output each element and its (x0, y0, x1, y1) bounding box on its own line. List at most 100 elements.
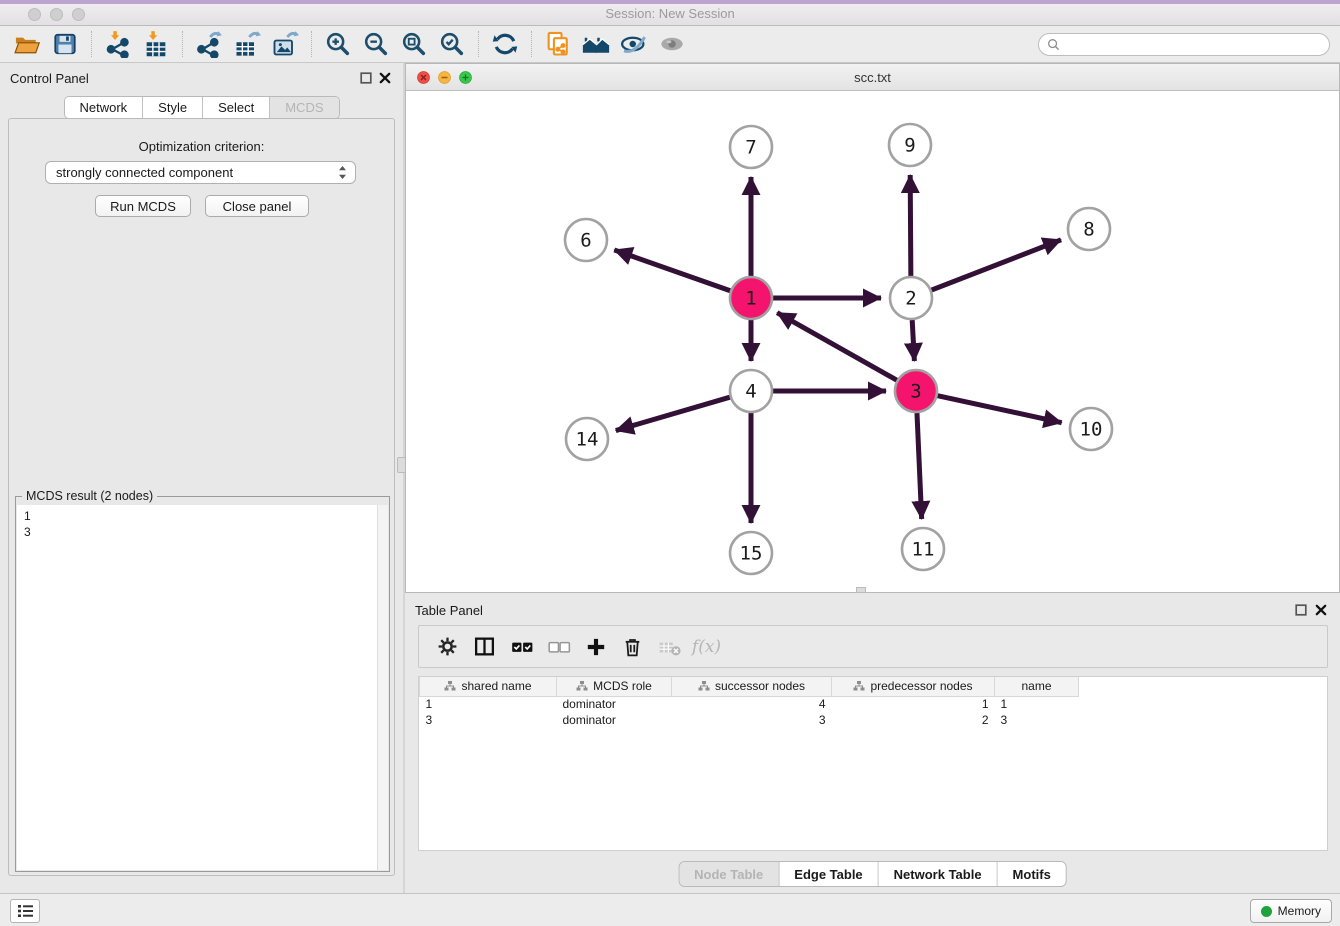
edge-3-10[interactable] (937, 396, 1061, 423)
export-network-icon[interactable] (190, 28, 228, 60)
node-14[interactable]: 14 (566, 418, 608, 460)
node-label: 9 (904, 135, 915, 157)
edge-4-14[interactable] (616, 397, 730, 430)
close-panel-icon[interactable] (379, 72, 391, 84)
table-cell: 4 (672, 696, 832, 712)
table-cell: 3 (672, 712, 832, 728)
table-tab-node-table[interactable]: Node Table (679, 862, 779, 886)
task-history-button[interactable] (10, 899, 40, 923)
edge-2-3[interactable] (912, 320, 914, 361)
node-1[interactable]: 1 (730, 277, 772, 319)
titlebar: Session: New Session (0, 0, 1340, 26)
edge-2-8[interactable] (932, 240, 1062, 290)
mcds-result-area[interactable]: 1 3 (17, 505, 377, 870)
node-6[interactable]: 6 (565, 219, 607, 261)
apply-layout-icon[interactable] (486, 28, 524, 60)
delete-table-icon[interactable] (651, 632, 688, 662)
column-header-successor-nodes[interactable]: successor nodes (672, 677, 832, 696)
search-icon (1047, 38, 1060, 51)
search-field[interactable] (1038, 33, 1330, 56)
optimization-criterion-select[interactable]: strongly connected component (45, 161, 356, 184)
table-row[interactable]: 3dominator323 (420, 712, 1079, 728)
tab-mcds[interactable]: MCDS (270, 97, 338, 118)
import-network-icon[interactable] (99, 28, 137, 60)
node-label: 15 (740, 543, 763, 565)
column-label: predecessor nodes (870, 679, 972, 693)
node-3[interactable]: 3 (895, 370, 937, 412)
deselect-all-icon[interactable] (540, 632, 577, 662)
column-label: MCDS role (593, 679, 652, 693)
select-all-icon[interactable] (503, 632, 540, 662)
scrollbar-track[interactable] (377, 505, 388, 870)
node-9[interactable]: 9 (889, 124, 931, 166)
node-15[interactable]: 15 (730, 532, 772, 574)
tab-select[interactable]: Select (203, 97, 270, 118)
table-row[interactable]: 1dominator411 (420, 696, 1079, 712)
memory-button[interactable]: Memory (1250, 899, 1332, 923)
edge-3-1[interactable] (777, 313, 897, 380)
run-mcds-button[interactable]: Run MCDS (95, 195, 191, 217)
column-header-MCDS-role[interactable]: MCDS role (557, 677, 672, 696)
fx-label: f(x) (692, 637, 721, 657)
column-label: successor nodes (715, 679, 805, 693)
node-11[interactable]: 11 (902, 528, 944, 570)
node-table-grid: shared name MCDS role successor nodes prede… (419, 677, 1079, 728)
tab-style[interactable]: Style (143, 97, 203, 118)
zoom-fit-icon[interactable] (395, 28, 433, 60)
column-header-predecessor-nodes[interactable]: predecessor nodes (832, 677, 995, 696)
close-panel-button[interactable]: Close panel (205, 195, 309, 217)
control-panel-header: Control Panel (0, 63, 403, 93)
search-input[interactable] (1065, 37, 1321, 53)
edge-2-9[interactable] (910, 175, 911, 276)
network-graph[interactable]: 7 9 6 8 1 2 4 3 14 10 15 11 (406, 91, 1339, 592)
zoom-selected-icon[interactable] (433, 28, 471, 60)
table-tab-motifs[interactable]: Motifs (998, 862, 1066, 886)
node-4[interactable]: 4 (730, 370, 772, 412)
show-column-icon[interactable] (466, 632, 503, 662)
birds-eye-view-icon[interactable] (653, 28, 691, 60)
tab-network[interactable]: Network (64, 97, 143, 118)
table-cell: dominator (557, 696, 672, 712)
delete-column-icon[interactable] (614, 632, 651, 662)
control-panel-tabs: NetworkStyleSelectMCDS (63, 96, 339, 119)
toolbar-separator (91, 31, 92, 57)
node-7[interactable]: 7 (730, 126, 772, 168)
column-label: name (1021, 679, 1051, 693)
save-session-icon[interactable] (46, 28, 84, 60)
close-panel-icon[interactable] (1315, 604, 1327, 616)
table-panel-header: Table Panel (405, 595, 1340, 625)
table-tab-network-table[interactable]: Network Table (879, 862, 998, 886)
status-bar: Memory (0, 893, 1340, 926)
import-table-icon[interactable] (137, 28, 175, 60)
node-2[interactable]: 2 (890, 277, 932, 319)
hide-graphics-details-icon[interactable] (615, 28, 653, 60)
export-image-icon[interactable] (266, 28, 304, 60)
add-column-icon[interactable] (577, 632, 614, 662)
window-title: Session: New Session (0, 6, 1340, 21)
background-window-edge (0, 0, 1340, 4)
float-panel-icon[interactable] (360, 72, 372, 84)
show-graphics-details-icon[interactable] (577, 28, 615, 60)
edge-3-11[interactable] (917, 413, 922, 519)
zoom-out-icon[interactable] (357, 28, 395, 60)
export-table-icon[interactable] (228, 28, 266, 60)
column-sort-icon (853, 680, 865, 692)
table-tab-edge-table[interactable]: Edge Table (779, 862, 878, 886)
table-cell: 1 (995, 696, 1079, 712)
node-10[interactable]: 10 (1070, 408, 1112, 450)
node-table[interactable]: shared name MCDS role successor nodes prede… (418, 676, 1328, 851)
edge-1-6[interactable] (614, 250, 730, 291)
table-panel: Table Panel (405, 595, 1340, 893)
float-panel-icon[interactable] (1295, 604, 1307, 616)
function-builder-icon[interactable]: f(x) (688, 632, 725, 662)
column-header-name[interactable]: name (995, 677, 1079, 696)
node-8[interactable]: 8 (1068, 208, 1110, 250)
column-header-shared-name[interactable]: shared name (420, 677, 557, 696)
open-file-icon[interactable] (8, 28, 46, 60)
zoom-in-icon[interactable] (319, 28, 357, 60)
horizontal-splitter-handle[interactable] (856, 587, 866, 593)
new-network-from-selection-icon[interactable] (539, 28, 577, 60)
network-window-titlebar[interactable]: scc.txt (406, 64, 1339, 91)
table-cell: dominator (557, 712, 672, 728)
table-mode-gear-icon[interactable] (429, 632, 466, 662)
